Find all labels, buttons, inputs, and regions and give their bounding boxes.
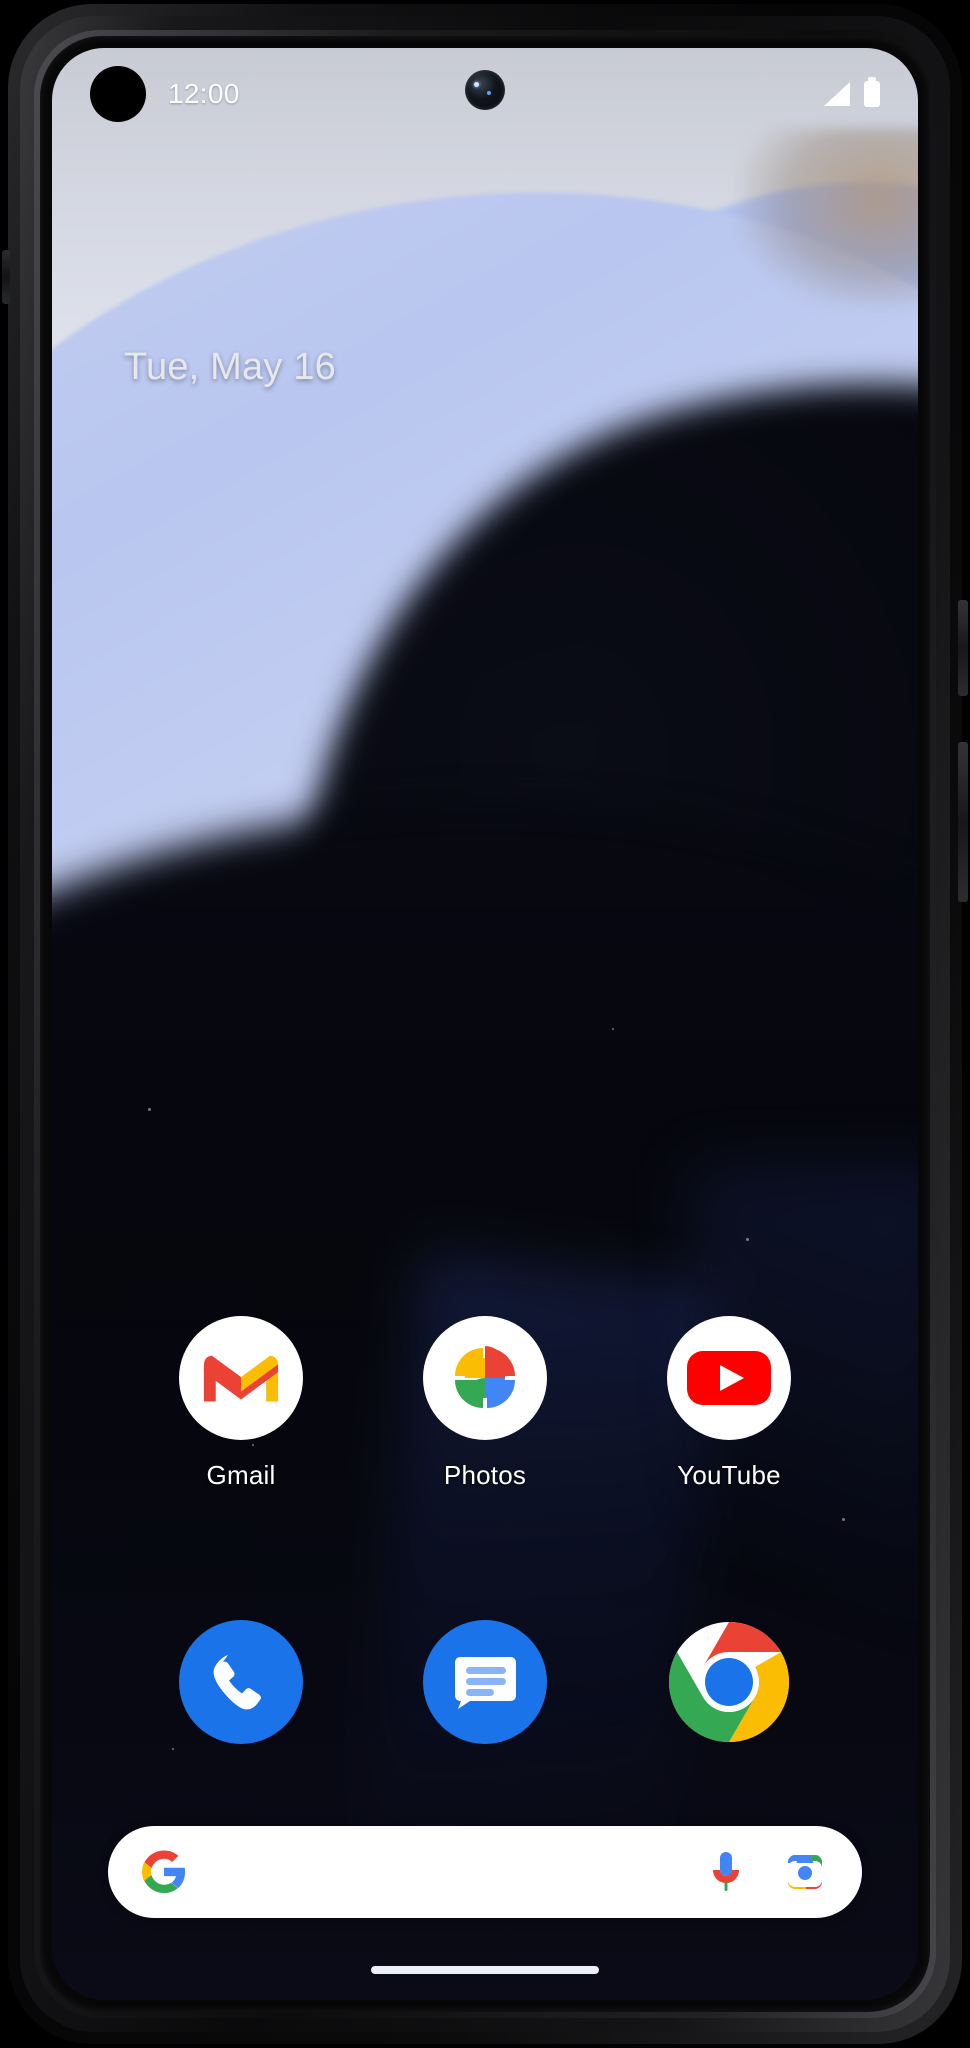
dock-row [52,1620,918,1744]
wallpaper-star [148,1108,151,1111]
wallpaper-star [842,1518,845,1521]
status-icon-group [824,77,880,107]
app-grid-row: Gmail Photos YouTube [52,1316,918,1491]
gmail-glyph [203,1355,279,1404]
photos-icon[interactable] [423,1316,547,1440]
wallpaper-star [172,1748,174,1750]
battery-icon [864,77,880,107]
messages-icon[interactable] [423,1620,547,1744]
power-button[interactable] [958,600,968,696]
search-action-group [706,1848,828,1896]
app-label-gmail: Gmail [206,1460,276,1490]
phone-icon[interactable] [179,1620,303,1744]
app-item-gmail[interactable]: Gmail [161,1316,321,1491]
phone-device-frame: 12:00 Tue, May 16 Gmail Photos YouTube [0,0,970,2048]
camera-highlight-secondary [487,91,491,95]
search-bar-logo [142,1850,186,1894]
microphone-icon[interactable] [706,1848,746,1896]
camera-punch-hole-icon [90,66,146,122]
volume-button[interactable] [958,742,968,902]
google-g-icon [142,1850,186,1894]
app-item-youtube[interactable]: YouTube [649,1316,809,1491]
date-widget[interactable]: Tue, May 16 [124,346,336,389]
signal-icon [824,82,850,106]
status-clock: 12:00 [168,78,240,109]
dock-item-phone[interactable] [161,1620,321,1744]
front-camera-icon [465,70,505,110]
gmail-icon[interactable] [179,1316,303,1440]
chrome-glyph [668,1622,790,1742]
messages-bubble-glyph [455,1657,516,1709]
sim-tray [2,250,10,304]
photos-glyph [455,1346,515,1408]
app-label-photos: Photos [443,1460,527,1490]
chrome-icon[interactable] [667,1620,791,1744]
camera-highlight [474,82,479,87]
dock-item-messages[interactable] [405,1620,565,1744]
google-search-bar[interactable] [108,1826,862,1918]
google-lens-icon[interactable] [782,1849,828,1895]
youtube-icon[interactable] [667,1316,791,1440]
youtube-glyph [687,1351,771,1405]
phone-handset-glyph [213,1655,261,1710]
app-label-youtube: YouTube [677,1460,781,1490]
phone-screen: 12:00 Tue, May 16 Gmail Photos YouTube [52,48,918,2000]
app-item-photos[interactable]: Photos [405,1316,565,1491]
wallpaper-corner-glow [738,128,918,308]
dock-item-chrome[interactable] [649,1620,809,1744]
home-gesture-bar[interactable] [371,1966,599,1974]
wallpaper-star [612,1028,614,1030]
wallpaper-star [746,1238,749,1241]
